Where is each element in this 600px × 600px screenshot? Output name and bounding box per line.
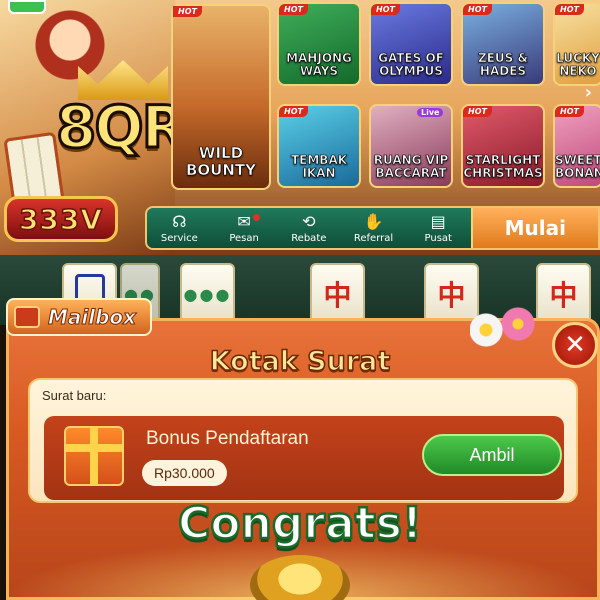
nav-label: Service [160, 232, 198, 244]
game-card-sweet-bonanza[interactable]: HOT SWEET BONANZA [553, 104, 600, 188]
top-menu-icon[interactable] [8, 0, 46, 14]
hot-tag: HOT [371, 4, 400, 15]
new-mail-label: Surat baru: [42, 388, 107, 403]
chevron-right-icon[interactable]: › [585, 82, 592, 103]
hot-tag: HOT [555, 4, 584, 15]
mailbox-tab: Mailbox [6, 298, 153, 336]
game-card-label: TEMBAK IKAN [290, 152, 348, 180]
game-card-label: SWEET BONANZA [555, 152, 600, 180]
game-card-label: MAHJONG WAYS [286, 50, 352, 78]
game-lobby: 333V 8QR HOT WILD BOUNTY HOT MAHJONG WAY… [0, 0, 600, 255]
hot-tag: HOT [173, 6, 202, 17]
clipboard-icon: ▤ [430, 211, 446, 231]
mail-list-card: Surat baru: Bonus Pendaftaran Rp30.000 A… [28, 378, 578, 503]
nav-label: Rebate [291, 232, 327, 244]
hot-tag: HOT [555, 106, 584, 117]
notification-dot [253, 214, 261, 221]
rebate-icon: ⟲ [302, 211, 316, 231]
brand-badge: 333V [4, 196, 118, 242]
game-card-label: LUCKY NEKO [556, 50, 600, 78]
start-button[interactable]: Mulai [470, 208, 599, 248]
claim-button[interactable]: Ambil [422, 434, 562, 476]
nav-rebate[interactable]: ⟲ Rebate [276, 208, 341, 248]
nav-label: Pusat [424, 232, 452, 244]
bonus-amount: Rp30.000 [142, 460, 227, 486]
hot-tag: HOT [279, 106, 308, 117]
red-dragon-tile-text: 中 [323, 279, 352, 312]
game-card-starlight-christmas[interactable]: HOT STARLIGHT CHRISTMAS [461, 104, 545, 188]
game-grid: HOT WILD BOUNTY HOT MAHJONG WAYS HOT GAT… [165, 0, 600, 195]
red-dragon-tile-text: 中 [549, 279, 578, 312]
red-dragon-tile-text: 中 [437, 279, 466, 312]
hot-tag: HOT [463, 4, 492, 15]
congrats-banner: Congrats! [177, 497, 424, 551]
nav-referral[interactable]: ✋ Referral [341, 208, 406, 248]
page-title: Kotak Surat [209, 345, 391, 378]
handshake-icon: ✋ [363, 211, 384, 231]
nav-pusat[interactable]: ▤ Pusat [406, 208, 471, 248]
nav-pesan[interactable]: ✉ Pesan [212, 208, 277, 248]
nav-label: Referral [353, 232, 394, 244]
game-card-tembak-ikan[interactable]: HOT TEMBAK IKAN [277, 104, 361, 188]
mahjong-tile: ●●● [180, 263, 235, 325]
game-card-label: RUANG VIP BACCARAT [373, 152, 449, 180]
game-card-label: GATES OF OLYMPUS [378, 50, 444, 78]
mailbox-tab-label: Mailbox [47, 305, 137, 330]
hot-tag: HOT [279, 4, 308, 15]
flower-decoration-icon [470, 306, 550, 350]
game-card-vip-baccarat[interactable]: Live RUANG VIP BACCARAT [369, 104, 453, 188]
headset-icon: ☊ [172, 211, 187, 231]
game-card-lucky-neko[interactable]: HOT LUCKY NEKO [553, 2, 600, 86]
brand-badge-text: 333V [18, 202, 104, 237]
mail-item: Bonus Pendaftaran Rp30.000 Ambil [44, 416, 564, 500]
game-card-featured[interactable]: HOT WILD BOUNTY [171, 4, 271, 190]
mailbox-icon [14, 306, 40, 328]
nav-label: Pesan [229, 232, 259, 244]
game-card-olympus[interactable]: HOT GATES OF OLYMPUS [369, 2, 453, 86]
hot-tag: HOT [463, 106, 492, 117]
game-card-label: STARLIGHT CHRISTMAS [463, 152, 543, 180]
game-card-mahjong[interactable]: HOT MAHJONG WAYS [277, 2, 361, 86]
mail-title: Bonus Pendaftaran [146, 428, 309, 449]
game-card-label: ZEUS & HADES [478, 50, 529, 78]
lobby-nav-bar: ☊ Service ✉ Pesan ⟲ Rebate ✋ Referral ▤ … [145, 206, 600, 250]
nav-service[interactable]: ☊ Service [147, 208, 212, 248]
dots-tile-icon: ●●● [183, 284, 232, 304]
gift-box-icon [64, 426, 124, 486]
envelope-icon: ✉ [237, 211, 251, 231]
mahjong-tile: 中 [310, 263, 365, 325]
live-tag: Live [417, 108, 444, 117]
game-card-label: WILD BOUNTY [185, 144, 257, 179]
game-card-zeus-hades[interactable]: HOT ZEUS & HADES [461, 2, 545, 86]
